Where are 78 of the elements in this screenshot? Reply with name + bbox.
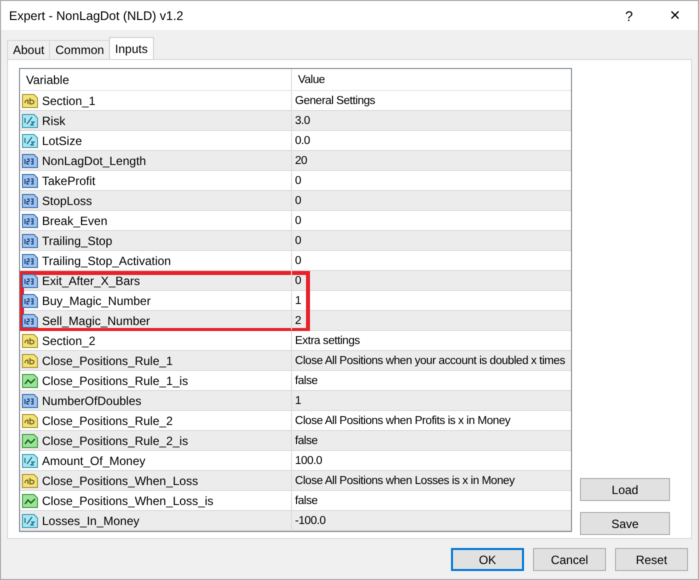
table-row[interactable]: Trailing_Stop 0 bbox=[20, 231, 571, 251]
variable-name: Break_Even bbox=[42, 214, 108, 228]
variable-name: Close_Positions_When_Loss bbox=[42, 474, 198, 488]
tab[interactable]: Inputs bbox=[109, 37, 154, 59]
tab[interactable]: About bbox=[7, 40, 50, 59]
variable-name: Close_Positions_Rule_1 bbox=[42, 354, 173, 368]
table-row[interactable]: Close_Positions_Rule_2_is false bbox=[20, 431, 571, 451]
variable-value: Close All Positions when Profits is x in Money bbox=[295, 414, 510, 426]
table-row[interactable]: Losses_In_Money -100.0 bbox=[20, 511, 571, 531]
variable-value: 0 bbox=[295, 194, 302, 206]
variable-value: 0 bbox=[295, 214, 302, 226]
column-header[interactable]: Value bbox=[292, 69, 571, 90]
side-button[interactable]: Save bbox=[580, 512, 670, 535]
table-row[interactable]: Close_Positions_Rule_1_is false bbox=[20, 371, 571, 391]
window-title: Expert - NonLagDot (NLD) v1.2 bbox=[9, 8, 184, 22]
variable-name: Risk bbox=[42, 114, 66, 128]
variable-name: Trailing_Stop bbox=[42, 234, 112, 248]
variable-value: Close All Positions when Losses is x in Money bbox=[295, 474, 514, 486]
dialog-button[interactable]: Reset bbox=[615, 548, 688, 571]
table-row[interactable]: Close_Positions_When_Loss_is false bbox=[20, 491, 571, 511]
table-row[interactable]: Buy_Magic_Number 1 bbox=[20, 291, 571, 311]
variable-value: 0 bbox=[295, 254, 302, 266]
table-row[interactable]: NumberOfDoubles 1 bbox=[20, 391, 571, 411]
variable-value: 100.0 bbox=[295, 454, 322, 466]
dialog-button[interactable]: Cancel bbox=[533, 548, 606, 571]
variable-value: 0 bbox=[295, 234, 302, 246]
table-row[interactable]: TakeProfit 0 bbox=[20, 171, 571, 191]
variable-name: Close_Positions_Rule_2_is bbox=[42, 434, 188, 448]
help-button[interactable]: ? bbox=[606, 1, 652, 30]
table-row[interactable]: Exit_After_X_Bars 0 bbox=[20, 271, 571, 291]
variable-value: 0 bbox=[295, 174, 302, 186]
variable-value: false bbox=[295, 434, 318, 446]
table-row[interactable]: LotSize 0.0 bbox=[20, 131, 571, 151]
variable-name: Amount_Of_Money bbox=[42, 454, 146, 468]
variable-name: Section_2 bbox=[42, 334, 96, 348]
table-row[interactable]: StopLoss 0 bbox=[20, 191, 571, 211]
side-button[interactable]: Load bbox=[580, 478, 670, 501]
variable-value: false bbox=[295, 374, 318, 386]
table-row[interactable]: Close_Positions_Rule_1 Close All Positions when your account is doubled x times bbox=[20, 351, 571, 371]
variable-name: TakeProfit bbox=[42, 174, 96, 188]
variable-value: 1 bbox=[295, 394, 302, 406]
variable-name: NonLagDot_Length bbox=[42, 154, 146, 168]
table-row[interactable]: Risk 3.0 bbox=[20, 111, 571, 131]
variable-value: 3.0 bbox=[295, 114, 310, 126]
variable-value: Close All Positions when your account is doubled x times bbox=[295, 354, 565, 366]
variable-name: Close_Positions_Rule_2 bbox=[42, 414, 173, 428]
table-row[interactable]: NonLagDot_Length 20 bbox=[20, 151, 571, 171]
table-row[interactable]: Trailing_Stop_Activation 0 bbox=[20, 251, 571, 271]
variable-name: Close_Positions_Rule_1_is bbox=[42, 374, 188, 388]
variable-value: General Settings bbox=[295, 94, 376, 106]
variable-value: Extra settings bbox=[295, 334, 360, 346]
variable-value: 0.0 bbox=[295, 134, 310, 146]
variable-name: LotSize bbox=[42, 134, 82, 148]
variable-name: Section_1 bbox=[42, 94, 96, 108]
variable-value: 1 bbox=[295, 294, 302, 306]
table-row[interactable]: Close_Positions_When_Loss Close All Positions when Losses is x in Money bbox=[20, 471, 571, 491]
variable-name: NumberOfDoubles bbox=[42, 394, 142, 408]
table-row[interactable]: Section_2 Extra settings bbox=[20, 331, 571, 351]
variable-value: 0 bbox=[295, 274, 302, 286]
variable-value: -100.0 bbox=[295, 514, 326, 526]
variable-value: 20 bbox=[295, 154, 308, 166]
close-button[interactable]: × bbox=[652, 1, 698, 30]
table-row[interactable]: Amount_Of_Money 100.0 bbox=[20, 451, 571, 471]
variable-name: Buy_Magic_Number bbox=[42, 294, 151, 308]
variable-value: 2 bbox=[295, 314, 302, 326]
table-row[interactable]: Break_Even 0 bbox=[20, 211, 571, 231]
variable-name: Exit_After_X_Bars bbox=[42, 274, 140, 288]
column-header[interactable]: Variable bbox=[20, 69, 292, 90]
variable-value: false bbox=[295, 494, 318, 506]
variable-name: Trailing_Stop_Activation bbox=[42, 254, 171, 268]
table-row[interactable]: Close_Positions_Rule_2 Close All Positions when Profits is x in Money bbox=[20, 411, 571, 431]
table-row[interactable]: Section_1 General Settings bbox=[20, 91, 571, 111]
variable-name: Losses_In_Money bbox=[42, 514, 140, 528]
table-row[interactable]: Sell_Magic_Number 2 bbox=[20, 311, 571, 331]
variable-name: StopLoss bbox=[42, 194, 92, 208]
variable-name: Close_Positions_When_Loss_is bbox=[42, 494, 214, 508]
variable-name: Sell_Magic_Number bbox=[42, 314, 150, 328]
dialog-button[interactable]: OK bbox=[451, 548, 524, 571]
